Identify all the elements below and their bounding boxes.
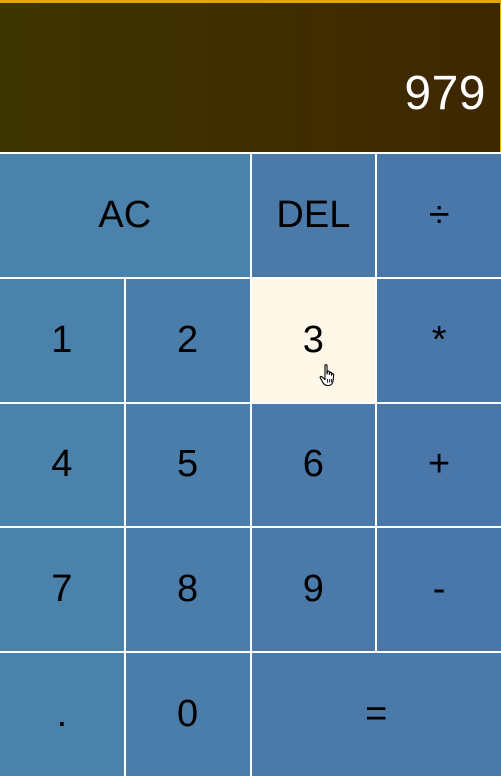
decimal-button[interactable]: .	[0, 653, 124, 776]
multiply-button[interactable]: *	[377, 278, 501, 402]
calculator-display: 979	[0, 0, 501, 152]
plus-button[interactable]: +	[377, 403, 501, 527]
calculator: 979 AC DEL ÷ 1 2 3 * 4 5 6 + 7 8 9 - . 0…	[0, 0, 501, 776]
digit-0-button[interactable]: 0	[125, 653, 250, 776]
digit-3-label: 3	[302, 318, 324, 361]
digit-9-button[interactable]: 9	[251, 528, 376, 652]
current-operand: 979	[404, 67, 486, 120]
minus-button[interactable]: -	[377, 528, 501, 652]
delete-button[interactable]: DEL	[251, 154, 376, 277]
equals-button[interactable]: =	[251, 653, 501, 776]
digit-2-button[interactable]: 2	[125, 278, 250, 402]
digit-5-button[interactable]: 5	[125, 403, 250, 527]
digit-7-button[interactable]: 7	[0, 528, 124, 652]
all-clear-button[interactable]: AC	[0, 154, 250, 277]
divide-button[interactable]: ÷	[377, 154, 501, 277]
digit-4-button[interactable]: 4	[0, 403, 124, 527]
digit-3-button[interactable]: 3	[251, 278, 376, 402]
digit-6-button[interactable]: 6	[251, 403, 376, 527]
hand-pointer-icon	[319, 363, 334, 386]
digit-1-button[interactable]: 1	[0, 278, 124, 402]
digit-8-button[interactable]: 8	[125, 528, 250, 652]
